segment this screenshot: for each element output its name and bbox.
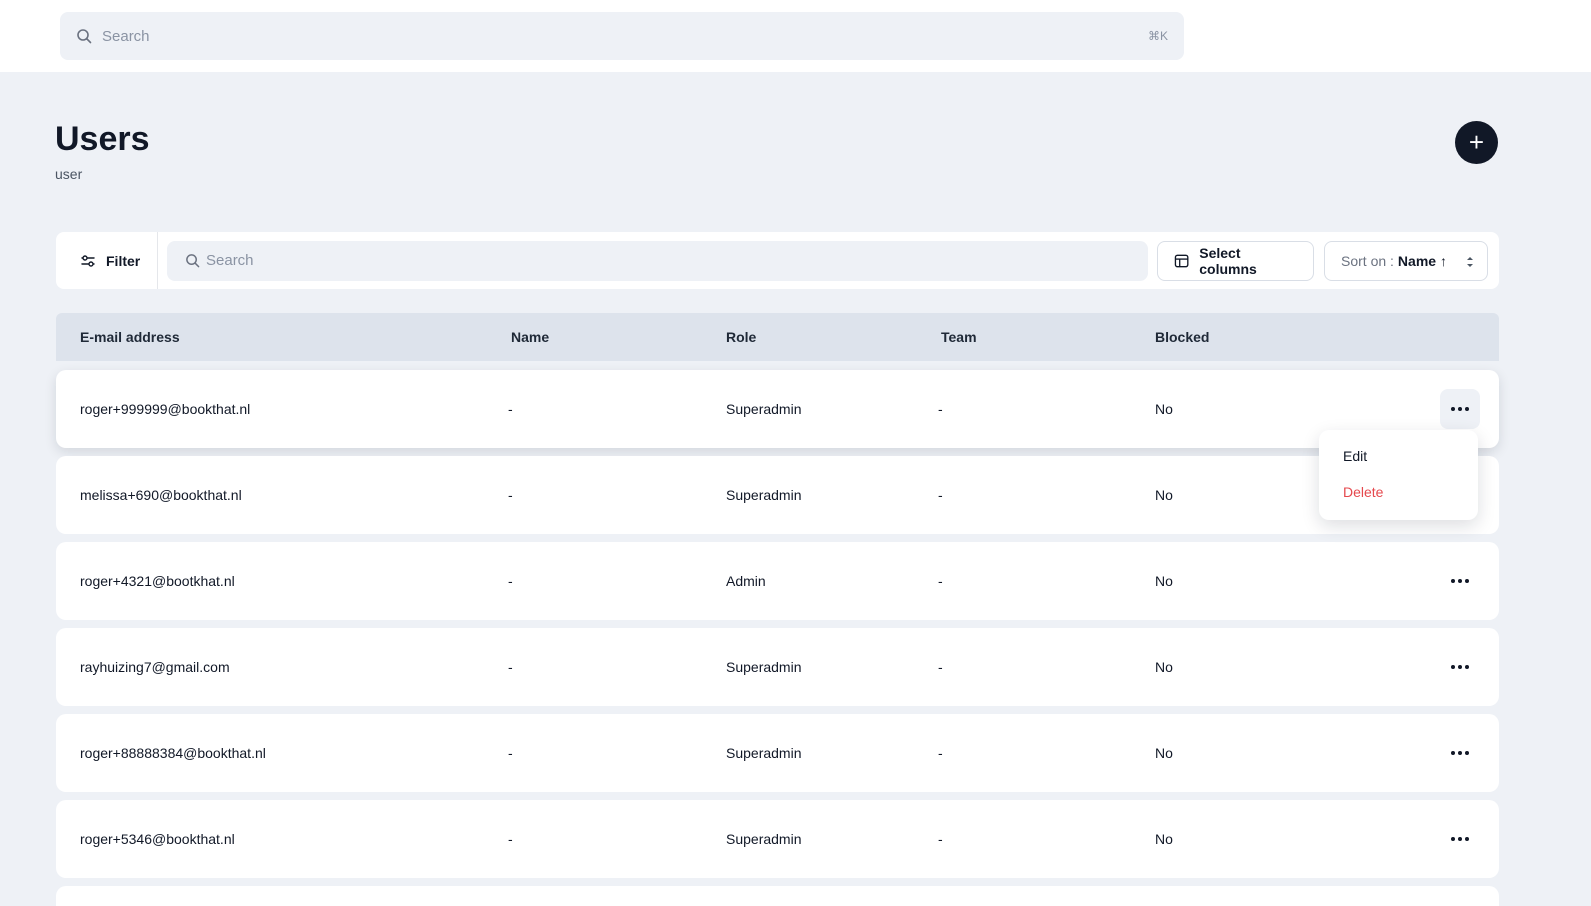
name-cell: - [508, 401, 513, 417]
column-header-blocked[interactable]: Blocked [1155, 313, 1209, 361]
team-cell: - [938, 831, 943, 847]
name-cell: - [508, 487, 513, 503]
row-actions-button[interactable] [1440, 647, 1480, 687]
delete-menu-item[interactable]: Delete [1319, 474, 1478, 510]
more-horizontal-icon [1451, 407, 1469, 411]
chevron-up-down-icon [1467, 256, 1473, 267]
role-cell: Superadmin [726, 401, 802, 417]
blocked-cell: No [1155, 487, 1173, 503]
sort-prefix: Sort on : [1341, 252, 1394, 269]
blocked-cell: No [1155, 831, 1173, 847]
top-bar: Search ⌘K [0, 0, 1591, 72]
blocked-cell: No [1155, 401, 1173, 417]
filter-label: Filter [106, 252, 141, 269]
email-cell: roger+88888384@bookthat.nl [80, 745, 266, 761]
select-columns-button[interactable]: Select columns [1157, 240, 1314, 281]
role-cell: Admin [726, 573, 766, 589]
more-horizontal-icon [1451, 579, 1469, 583]
page-title: Users [55, 120, 150, 158]
table-row[interactable]: melissa+690@bookthat.nl - Superadmin - N… [56, 456, 1499, 534]
table-header: E-mail address Name Role Team Blocked [56, 313, 1499, 361]
team-cell: - [938, 659, 943, 675]
table-columns-icon [1174, 254, 1189, 267]
role-cell: Superadmin [726, 831, 802, 847]
add-user-button[interactable]: + [1455, 121, 1498, 164]
email-cell: roger+4321@bootkhat.nl [80, 573, 235, 589]
row-actions-button[interactable] [1440, 561, 1480, 601]
table-search-input[interactable]: Search [167, 240, 1148, 281]
table-row[interactable]: rayhuizing7@gmail.com - Superadmin - No [56, 628, 1499, 706]
table-toolbar: Filter Search Select columns Sort on : N… [56, 232, 1499, 289]
edit-menu-item[interactable]: Edit [1319, 438, 1478, 474]
team-cell: - [938, 745, 943, 761]
team-cell: - [938, 487, 943, 503]
filter-button[interactable]: Filter [56, 232, 158, 289]
row-actions-button[interactable] [1440, 819, 1480, 859]
sort-select[interactable]: Sort on : Name ↑ [1324, 240, 1488, 281]
role-cell: Superadmin [726, 487, 802, 503]
global-search-input[interactable]: Search ⌘K [60, 12, 1184, 60]
name-cell: - [508, 573, 513, 589]
column-header-name[interactable]: Name [511, 313, 549, 361]
team-cell: - [938, 401, 943, 417]
email-cell: roger+5346@bookthat.nl [80, 831, 235, 847]
column-header-role[interactable]: Role [726, 313, 756, 361]
name-cell: - [508, 659, 513, 675]
name-cell: - [508, 831, 513, 847]
email-cell: rayhuizing7@gmail.com [80, 659, 230, 675]
table-row[interactable]: roger+88888384@bookthat.nl - Superadmin … [56, 714, 1499, 792]
table-row[interactable] [56, 886, 1499, 906]
keyboard-shortcut-hint: ⌘K [1147, 29, 1168, 43]
search-icon [186, 254, 200, 268]
row-actions-button[interactable] [1440, 389, 1480, 429]
search-icon [77, 29, 92, 44]
table-row[interactable]: roger+5346@bookthat.nl - Superadmin - No [56, 800, 1499, 878]
row-context-menu: Edit Delete [1319, 430, 1478, 520]
role-cell: Superadmin [726, 659, 802, 675]
page-subtitle: user [55, 166, 83, 182]
team-cell: - [938, 573, 943, 589]
blocked-cell: No [1155, 745, 1173, 761]
column-header-email[interactable]: E-mail address [80, 313, 180, 361]
more-horizontal-icon [1451, 665, 1469, 669]
name-cell: - [508, 745, 513, 761]
global-search-placeholder: Search [102, 27, 150, 45]
email-cell: roger+999999@bookthat.nl [80, 401, 251, 417]
select-columns-label: Select columns [1199, 244, 1257, 277]
table-search-placeholder: Search [206, 252, 254, 269]
sliders-icon [81, 254, 95, 267]
table-row[interactable]: roger+999999@bookthat.nl - Superadmin - … [56, 370, 1499, 448]
more-horizontal-icon [1451, 751, 1469, 755]
blocked-cell: No [1155, 573, 1173, 589]
plus-icon: + [1468, 127, 1485, 157]
table-row[interactable]: roger+4321@bootkhat.nl - Admin - No [56, 542, 1499, 620]
sort-value: Name ↑ [1397, 252, 1447, 269]
email-cell: melissa+690@bookthat.nl [80, 487, 242, 503]
more-horizontal-icon [1451, 837, 1469, 841]
column-header-team[interactable]: Team [941, 313, 977, 361]
blocked-cell: No [1155, 659, 1173, 675]
role-cell: Superadmin [726, 745, 802, 761]
row-actions-button[interactable] [1440, 733, 1480, 773]
